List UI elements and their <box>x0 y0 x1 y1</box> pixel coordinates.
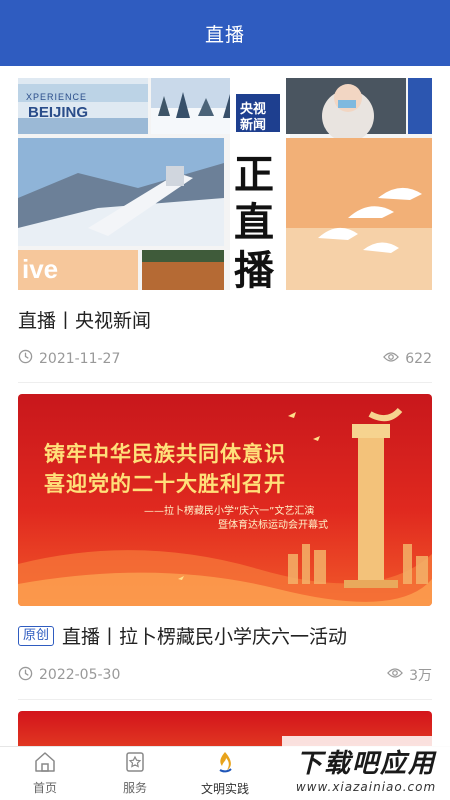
clock-icon <box>18 666 33 685</box>
home-icon <box>33 751 57 777</box>
tab-civilization-practice-label: 文明实践 <box>200 782 249 796</box>
tab-home[interactable]: 首页 <box>0 747 90 800</box>
live-big-char-3: 播 <box>234 248 274 290</box>
eye-icon <box>387 667 404 683</box>
view-count: 622 <box>405 350 432 367</box>
publish-date: 2022-05-30 <box>39 667 121 683</box>
banner-headline-2: 喜迎党的二十大胜利召开 <box>44 472 286 496</box>
live-card-thumbnail[interactable]: 铸牢中华民族共同体意识 喜迎党的二十大胜利召开 ——拉卜楞藏民小学“庆六一”文艺… <box>18 394 432 606</box>
original-badge: 原创 <box>18 625 55 646</box>
live-feed-list[interactable]: XPERIENCE BEIJING 央视 新闻 正 直 播 ive 直播丨央视新… <box>0 66 450 746</box>
banner-sub-1: ——拉卜楞藏民小学“庆六一”文艺汇演 <box>144 506 315 517</box>
live-card-title[interactable]: 原创 直播丨拉卜楞藏民小学庆六一活动 <box>18 622 432 649</box>
banner-sub-2: 暨体育达标运动会开幕式 <box>218 520 328 531</box>
live-text-overlay: ive <box>22 254 59 284</box>
tab-home-label: 首页 <box>32 781 57 795</box>
watermark: 下载吧应用 www.xiazainiao.com <box>282 736 450 800</box>
watermark-title: 下载吧应用 <box>295 748 436 779</box>
live-card-thumbnail[interactable]: XPERIENCE BEIJING 央视 新闻 正 直 播 ive <box>18 78 432 290</box>
sign-text-beijing: BEIJING <box>28 104 89 121</box>
tab-service[interactable]: 服务 <box>90 747 180 800</box>
banner-art <box>18 407 432 606</box>
live-card-meta: 2022-05-30 3万 <box>18 665 432 700</box>
eye-icon <box>383 351 400 367</box>
view-count: 3万 <box>409 668 432 684</box>
sign-text-experience: XPERIENCE <box>26 92 88 102</box>
star-badge-icon <box>124 751 146 777</box>
cctv-logo-bottom: 新闻 <box>240 118 267 133</box>
publish-date: 2021-11-27 <box>39 350 121 367</box>
tab-service-label: 服务 <box>122 781 147 795</box>
page-title: 直播 <box>204 23 245 46</box>
live-card-title-text[interactable]: 直播丨央视新闻 <box>18 306 151 333</box>
flame-logo-icon <box>214 750 236 778</box>
top-app-bar: 直播 <box>0 0 450 66</box>
live-card-title[interactable]: 直播丨央视新闻 <box>18 306 432 333</box>
clock-icon <box>18 349 33 368</box>
live-card[interactable]: 铸牢中华民族共同体意识 喜迎党的二十大胜利召开 ——拉卜楞藏民小学“庆六一”文艺… <box>18 394 432 700</box>
live-card-meta: 2021-11-27 622 <box>18 349 432 383</box>
live-card[interactable]: XPERIENCE BEIJING 央视 新闻 正 直 播 ive 直播丨央视新… <box>18 78 432 383</box>
watermark-url: www.xiazainiao.com <box>295 779 437 794</box>
live-card-title-text[interactable]: 直播丨拉卜楞藏民小学庆六一活动 <box>62 622 347 649</box>
tab-civilization-practice[interactable]: 文明实践 <box>180 747 270 800</box>
banner-headline-1: 铸牢中华民族共同体意识 <box>44 442 286 466</box>
